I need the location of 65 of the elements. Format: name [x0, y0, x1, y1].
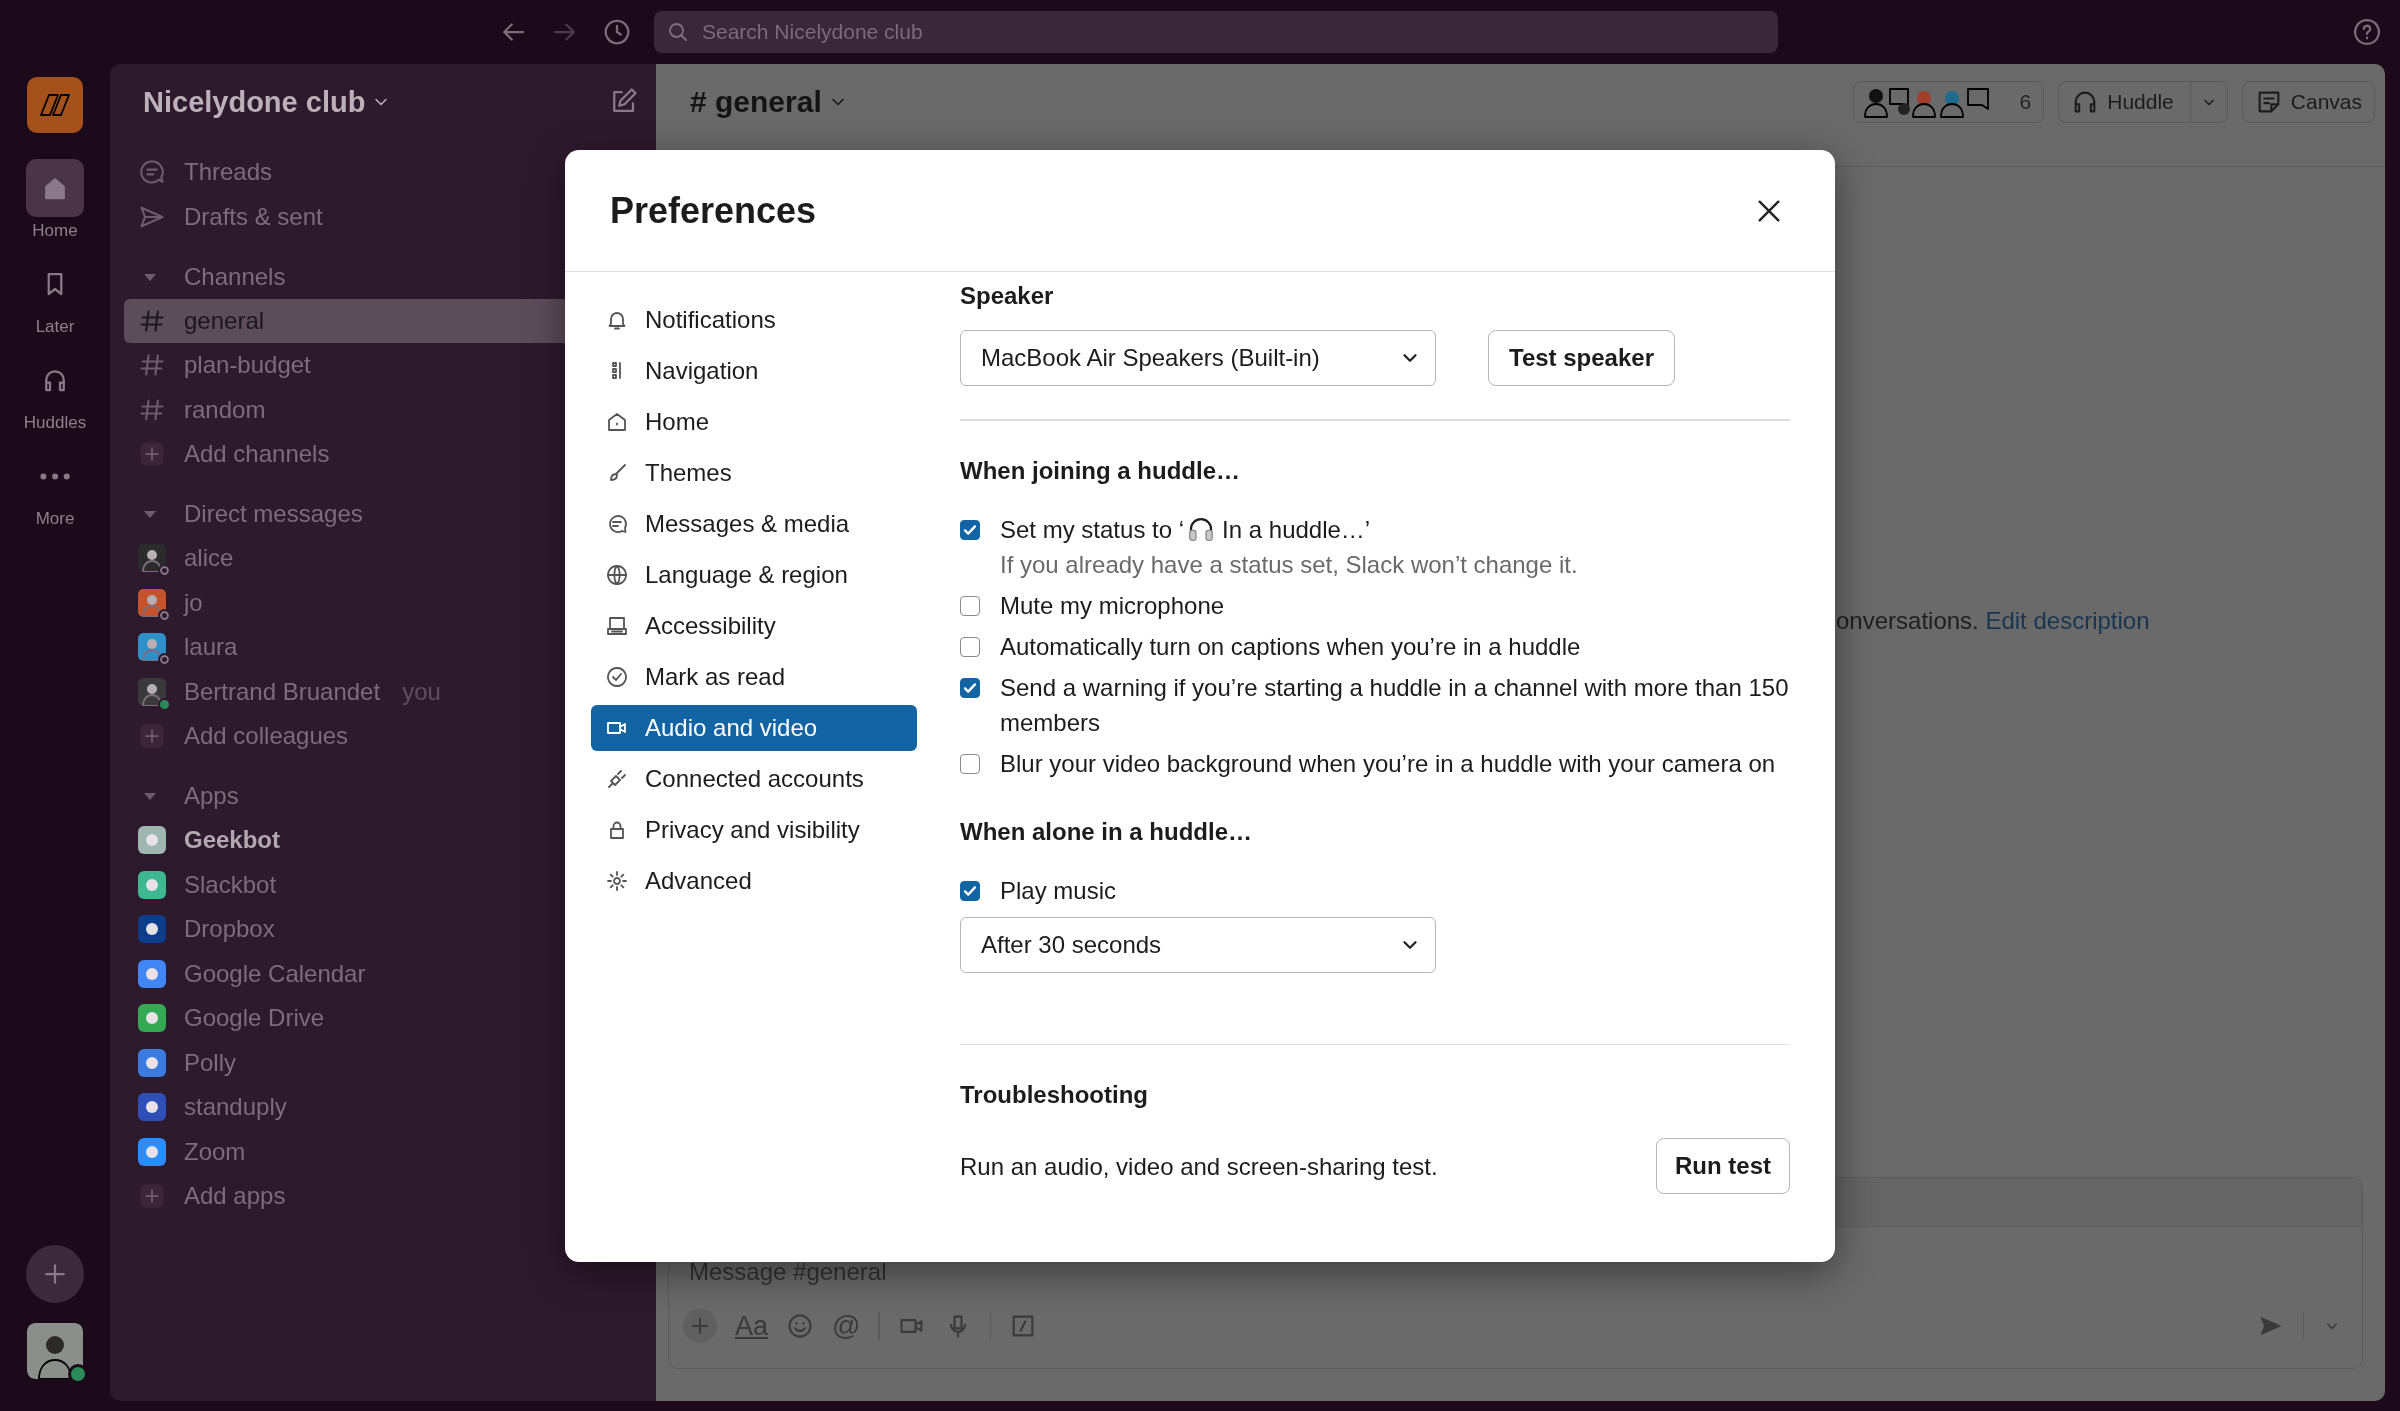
option-label: Send a warning if you’re starting a huddle in a channel with more than 150 members: [1000, 672, 1790, 738]
mention-button[interactable]: @: [832, 1310, 861, 1342]
section-heading: Troubleshooting: [960, 1080, 1149, 1110]
section-heading: Speaker: [960, 281, 1055, 311]
laptop-icon: [605, 614, 629, 638]
channel-description: onversations. Edit description: [1836, 607, 2150, 634]
plus-icon: [138, 440, 166, 468]
rail-label: Home: [32, 221, 78, 241]
option-label: Automatically turn on captions when you’re in a huddle: [1000, 631, 1582, 662]
gear-icon: [605, 869, 629, 893]
sidebar-item[interactable]: Google Calendar: [124, 951, 642, 996]
checkbox[interactable]: [960, 677, 980, 698]
section-heading: When joining a huddle…: [960, 455, 1241, 486]
option-label: Play music: [1000, 875, 1117, 906]
history-icon[interactable]: [602, 17, 632, 47]
sidebar-item[interactable]: Dropbox: [124, 907, 642, 951]
rail-button[interactable]: [26, 159, 84, 217]
section-heading: When alone in a huddle…: [960, 816, 1253, 847]
members-button[interactable]: 6: [1852, 81, 2045, 123]
troubleshooting-text: Run an audio, video and screen-sharing test.: [960, 1151, 1438, 1182]
channel-title[interactable]: # general: [690, 85, 822, 119]
rail-label: Huddles: [23, 413, 87, 433]
section-title[interactable]: Direct messages: [184, 500, 363, 528]
checkbox[interactable]: [960, 880, 980, 901]
plug-icon: [605, 767, 629, 791]
threads-icon: [138, 158, 166, 186]
workspace-logo-icon[interactable]: [27, 77, 83, 133]
checkbox[interactable]: [960, 519, 980, 540]
plus-icon: [138, 1182, 166, 1210]
search-icon: [666, 20, 690, 44]
section-title[interactable]: Channels: [184, 262, 286, 291]
workspace-name[interactable]: Nicelydone club: [143, 85, 366, 119]
rail-label: Later: [35, 317, 75, 337]
attach-button[interactable]: [683, 1309, 717, 1343]
checkbox[interactable]: [960, 595, 980, 616]
emoji-icon[interactable]: [786, 1312, 815, 1340]
sidebar-item[interactable]: Google Drive: [124, 996, 642, 1040]
section-title[interactable]: Apps: [184, 782, 239, 810]
option-label: Blur your video background when you’re in a huddle with your camera on: [1000, 748, 1777, 779]
option-label: In a huddle…’: [1222, 514, 1371, 545]
plus-icon: [138, 722, 166, 750]
option-label: Mute my microphone: [1000, 590, 1226, 621]
huddle-button[interactable]: Huddle: [2058, 81, 2190, 123]
home-icon: [605, 410, 629, 434]
globe-icon: [605, 563, 629, 587]
edit-description-link[interactable]: Edit description: [1985, 607, 2150, 634]
delay-dropdown[interactable]: After 30 seconds: [960, 916, 1436, 973]
search-field[interactable]: Search Nicelydone club: [654, 11, 1778, 53]
speaker-dropdown[interactable]: MacBook Air Speakers (Built-in): [960, 330, 1436, 386]
option-label: Set my status to ‘: [1000, 514, 1185, 545]
option-hint: If you already have a status set, Slack won’t change it.: [1000, 549, 1579, 580]
sidebar-item[interactable]: standuply: [124, 1085, 642, 1129]
nav-item[interactable]: Connected accounts: [591, 756, 917, 802]
checkbox[interactable]: [960, 753, 980, 774]
test-speaker-button[interactable]: Test speaker: [1488, 330, 1675, 386]
run-test-button[interactable]: Run test: [1656, 1138, 1790, 1194]
more-icon: [40, 472, 70, 480]
help-icon[interactable]: [2352, 17, 2382, 47]
nav-item[interactable]: Audio and video: [591, 705, 917, 751]
sidebar-item[interactable]: Add apps: [124, 1174, 642, 1218]
rail-label: More: [35, 509, 75, 529]
checkbox[interactable]: [960, 636, 980, 657]
sidebar-item[interactable]: Zoom: [124, 1129, 642, 1174]
canvas-button[interactable]: Canvas: [2241, 81, 2375, 123]
sidebar-item[interactable]: Polly: [124, 1040, 642, 1085]
